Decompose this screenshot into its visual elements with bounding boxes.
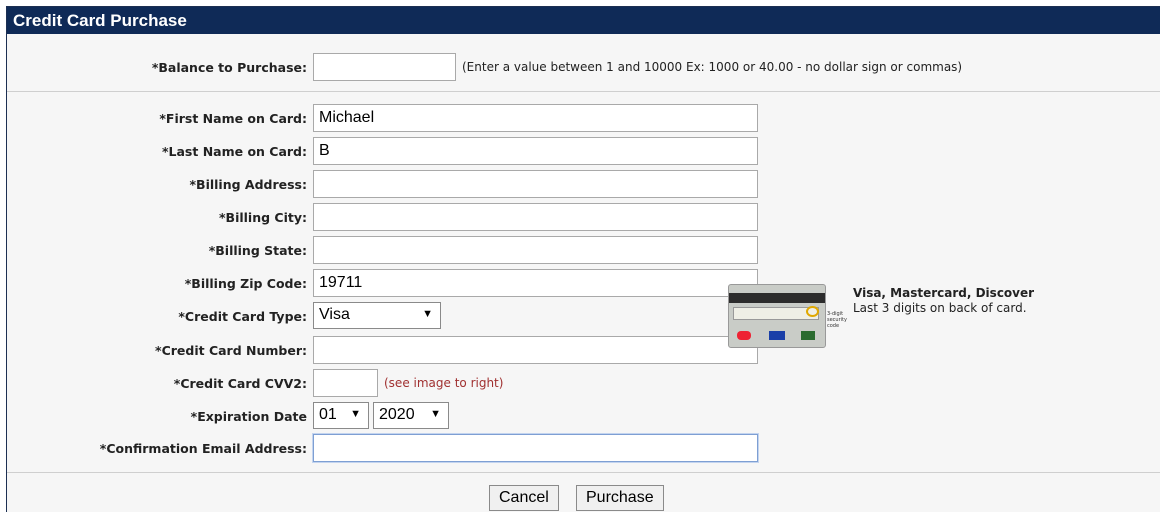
email-label: *Confirmation Email Address: <box>99 441 307 456</box>
last-name-input[interactable] <box>313 137 758 165</box>
billing-state-row: *Billing State: <box>7 236 1160 264</box>
expiration-month-select[interactable]: 01 ▼ <box>313 402 369 429</box>
balance-row: *Balance to Purchase: (Enter a value bet… <box>7 53 1160 81</box>
billing-city-label: *Billing City: <box>219 210 307 225</box>
billing-zip-input[interactable] <box>313 269 758 297</box>
card-number-input[interactable] <box>313 336 758 364</box>
billing-city-input[interactable] <box>313 203 758 231</box>
cvv2-label: *Credit Card CVV2: <box>173 376 307 391</box>
card-info: Visa, Mastercard, Discover Last 3 digits… <box>853 286 1034 316</box>
balance-hint: (Enter a value between 1 and 10000 Ex: 1… <box>462 60 963 74</box>
last-name-row: *Last Name on Card: <box>7 137 1160 165</box>
dropdown-arrow-icon: ▼ <box>430 408 441 420</box>
mastercard-logo-icon <box>737 331 751 340</box>
billing-address-input[interactable] <box>313 170 758 198</box>
first-name-input[interactable] <box>313 104 758 132</box>
expiration-label: *Expiration Date <box>190 409 307 424</box>
card-type-select[interactable]: Visa ▼ <box>313 302 441 329</box>
dropdown-arrow-icon: ▼ <box>422 308 433 320</box>
expiration-year-select[interactable]: 2020 ▼ <box>373 402 449 429</box>
billing-city-row: *Billing City: <box>7 203 1160 231</box>
expiration-row: *Expiration Date 01 ▼ 2020 ▼ <box>7 402 1160 430</box>
card-number-label: *Credit Card Number: <box>155 343 307 358</box>
billing-zip-label: *Billing Zip Code: <box>184 276 307 291</box>
email-row: *Confirmation Email Address: <box>7 434 1160 462</box>
visa-logo-icon <box>769 331 785 340</box>
form-body: *Balance to Purchase: (Enter a value bet… <box>7 34 1160 512</box>
purchase-button[interactable]: Purchase <box>576 485 664 511</box>
billing-state-input[interactable] <box>313 236 758 264</box>
balance-label: *Balance to Purchase: <box>151 60 307 75</box>
email-input[interactable] <box>313 434 758 462</box>
divider-top <box>7 91 1160 92</box>
magnetic-stripe <box>729 293 825 303</box>
billing-address-row: *Billing Address: <box>7 170 1160 198</box>
cancel-button[interactable]: Cancel <box>489 485 559 511</box>
balance-input[interactable] <box>313 53 456 81</box>
cvv2-input[interactable] <box>313 369 378 397</box>
first-name-row: *First Name on Card: <box>7 104 1160 132</box>
panel-title: Credit Card Purchase <box>7 7 1160 34</box>
billing-state-label: *Billing State: <box>208 243 307 258</box>
first-name-label: *First Name on Card: <box>159 111 307 126</box>
card-number-row: *Credit Card Number: <box>7 336 1160 364</box>
last-name-label: *Last Name on Card: <box>161 144 307 159</box>
card-type-label: *Credit Card Type: <box>178 309 307 324</box>
security-code-note: 3-digit security code <box>827 311 847 329</box>
card-info-subtitle: Last 3 digits on back of card. <box>853 301 1027 315</box>
dropdown-arrow-icon: ▼ <box>350 408 361 420</box>
card-type-value: Visa <box>319 306 350 323</box>
divider-bottom <box>7 472 1160 473</box>
security-code-highlight-icon <box>806 306 819 317</box>
cvv2-hint: (see image to right) <box>384 376 504 390</box>
buttons-row: Cancel Purchase <box>7 485 1160 513</box>
expiration-year-value: 2020 <box>379 406 415 423</box>
cvv2-row: *Credit Card CVV2: (see image to right) <box>7 369 1160 397</box>
card-back-image <box>728 284 826 348</box>
credit-card-purchase-panel: Credit Card Purchase *Balance to Purchas… <box>6 6 1160 512</box>
card-info-title: Visa, Mastercard, Discover <box>853 286 1035 300</box>
expiration-month-value: 01 <box>319 406 337 423</box>
discover-logo-icon <box>801 331 815 340</box>
billing-address-label: *Billing Address: <box>189 177 308 192</box>
